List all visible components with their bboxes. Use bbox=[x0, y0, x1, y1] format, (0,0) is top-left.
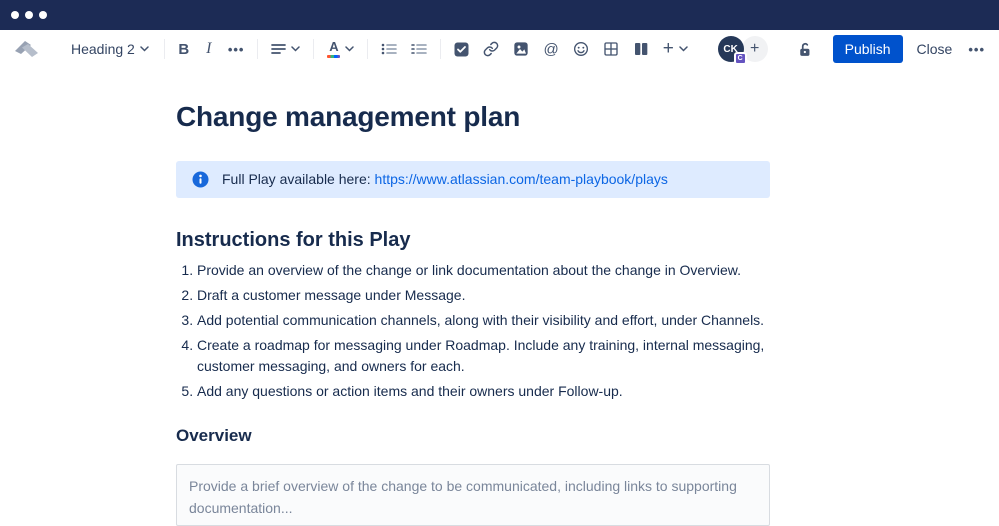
align-left-icon bbox=[271, 42, 287, 56]
window-dot[interactable] bbox=[39, 11, 47, 19]
toolbar-separator bbox=[163, 39, 165, 59]
unlock-icon bbox=[799, 42, 810, 56]
restrictions-button[interactable] bbox=[792, 38, 817, 61]
publish-button[interactable]: Publish bbox=[832, 35, 903, 63]
text-format-more-button[interactable]: ••• bbox=[224, 39, 249, 60]
bullet-list-icon bbox=[382, 43, 398, 55]
chevron-down-icon bbox=[291, 46, 301, 52]
list-item[interactable]: Draft a customer message under Message. bbox=[197, 285, 770, 306]
overview-heading[interactable]: Overview bbox=[176, 426, 770, 446]
list-item[interactable]: Add potential communication channels, al… bbox=[197, 310, 770, 331]
bold-button[interactable]: B bbox=[174, 38, 194, 61]
collaborator-avatars: + CK C bbox=[717, 34, 770, 65]
info-icon bbox=[192, 171, 209, 188]
numbered-list-button[interactable] bbox=[407, 39, 431, 59]
chevron-down-icon bbox=[140, 46, 149, 52]
chevron-down-icon bbox=[679, 46, 688, 52]
list-item[interactable]: Create a roadmap for messaging under Roa… bbox=[197, 335, 770, 377]
layouts-button[interactable] bbox=[629, 38, 653, 60]
insert-image-button[interactable] bbox=[509, 38, 533, 60]
toolbar-separator bbox=[257, 39, 259, 59]
chevron-down-icon bbox=[345, 46, 355, 52]
window-titlebar bbox=[0, 0, 999, 30]
info-prefix: Full Play available here: bbox=[222, 171, 375, 187]
text-color-icon: A bbox=[327, 40, 341, 58]
toolbar-overflow-button[interactable]: ••• bbox=[968, 42, 985, 57]
window-dot[interactable] bbox=[25, 11, 33, 19]
block-style-dropdown[interactable]: Heading 2 bbox=[65, 38, 155, 60]
text-color-dropdown[interactable]: A bbox=[323, 37, 358, 61]
instructions-list: Provide an overview of the change or lin… bbox=[176, 260, 770, 402]
insert-more-dropdown[interactable]: + bbox=[659, 39, 692, 59]
numbered-list-icon bbox=[411, 44, 428, 54]
emoji-button[interactable] bbox=[569, 38, 593, 60]
align-dropdown[interactable] bbox=[267, 39, 304, 59]
toolbar-separator bbox=[440, 39, 442, 59]
list-item[interactable]: Provide an overview of the change or lin… bbox=[197, 260, 770, 281]
list-item[interactable]: Add any questions or action items and th… bbox=[197, 381, 770, 402]
playbook-link[interactable]: https://www.atlassian.com/team-playbook/… bbox=[375, 171, 668, 187]
mention-button[interactable]: @ bbox=[539, 38, 562, 61]
editor-toolbar: Heading 2 B I ••• A @ + + CK C Publish C… bbox=[0, 30, 999, 68]
overview-placeholder-box[interactable]: Provide a brief overview of the change t… bbox=[176, 464, 770, 526]
image-icon bbox=[514, 42, 529, 56]
page-title[interactable]: Change management plan bbox=[176, 101, 770, 133]
plus-icon: + bbox=[662, 38, 674, 59]
avatar-app-badge: C bbox=[733, 52, 747, 65]
table-icon bbox=[604, 42, 618, 56]
link-icon bbox=[484, 41, 499, 57]
close-button[interactable]: Close bbox=[917, 41, 953, 57]
confluence-logo-icon bbox=[14, 39, 39, 59]
toolbar-separator bbox=[367, 39, 369, 59]
layouts-icon bbox=[634, 43, 648, 55]
info-panel[interactable]: Full Play available here: https://www.at… bbox=[176, 161, 770, 198]
italic-button[interactable]: I bbox=[200, 37, 218, 61]
emoji-icon bbox=[573, 42, 588, 56]
block-style-value: Heading 2 bbox=[71, 41, 135, 57]
instructions-heading[interactable]: Instructions for this Play bbox=[176, 228, 770, 252]
link-button[interactable] bbox=[479, 38, 503, 60]
editor-content: Change management plan Full Play availab… bbox=[176, 101, 770, 526]
toolbar-separator bbox=[313, 39, 315, 59]
task-list-button[interactable] bbox=[450, 39, 473, 60]
window-dot[interactable] bbox=[11, 11, 19, 19]
bullet-list-button[interactable] bbox=[377, 39, 401, 59]
insert-table-button[interactable] bbox=[599, 38, 623, 60]
info-panel-text: Full Play available here: https://www.at… bbox=[222, 169, 668, 190]
task-checkbox-icon bbox=[454, 42, 469, 56]
